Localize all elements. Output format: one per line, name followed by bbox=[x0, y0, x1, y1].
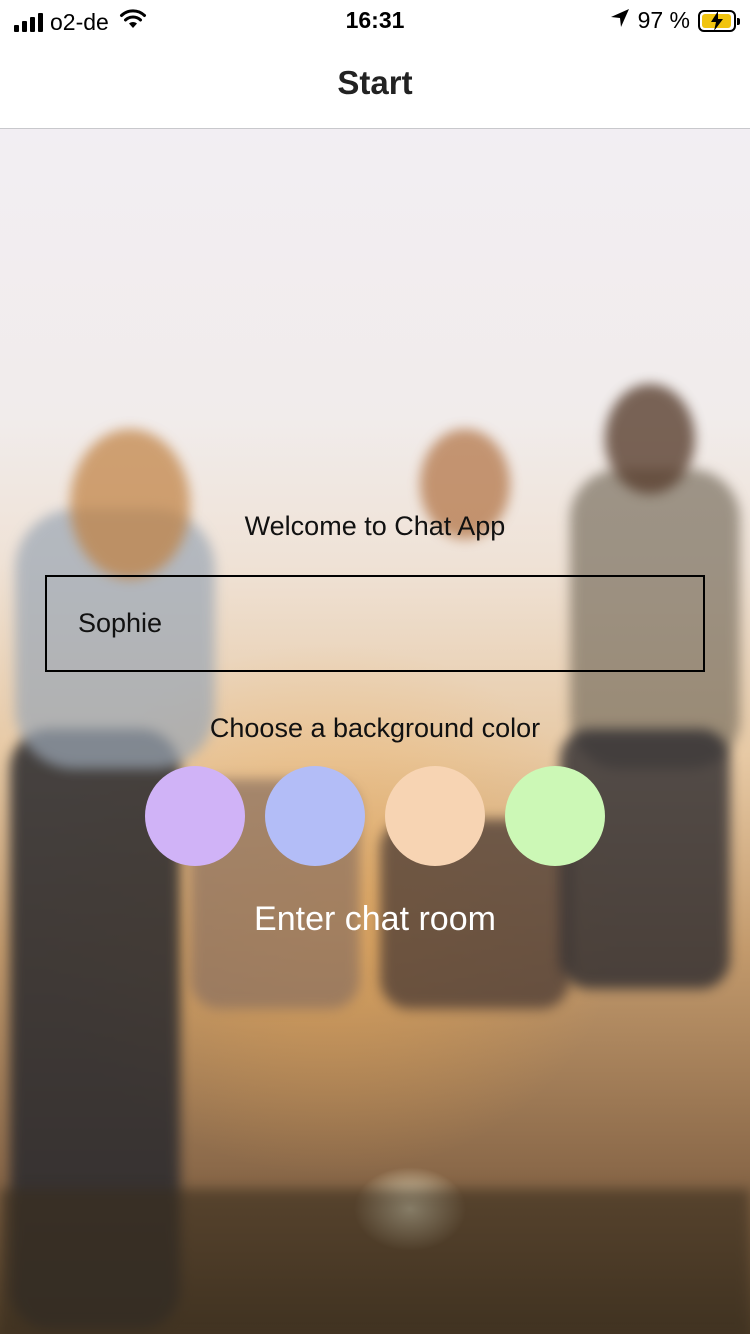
location-arrow-icon bbox=[610, 7, 630, 34]
choose-color-label: Choose a background color bbox=[209, 713, 541, 743]
battery-nub bbox=[737, 17, 740, 25]
status-right: 97 % bbox=[610, 7, 740, 34]
battery-percent: 97 % bbox=[637, 7, 690, 33]
color-swatch-green[interactable] bbox=[505, 766, 605, 866]
page-title: Start bbox=[337, 64, 413, 101]
navigation-bar: Start bbox=[0, 40, 750, 129]
battery-charging-icon bbox=[698, 9, 740, 32]
enter-chat-room-button[interactable]: Enter chat room bbox=[200, 889, 550, 949]
status-bar: o2-de 16:31 97 % bbox=[0, 0, 750, 40]
color-swatches bbox=[145, 766, 605, 866]
color-swatch-blue[interactable] bbox=[265, 766, 365, 866]
color-swatch-peach[interactable] bbox=[385, 766, 485, 866]
welcome-heading: Welcome to Chat App bbox=[244, 511, 506, 541]
color-swatch-purple[interactable] bbox=[145, 766, 245, 866]
name-input[interactable] bbox=[45, 575, 705, 672]
start-screen: Welcome to Chat App Choose a background … bbox=[0, 129, 750, 1334]
